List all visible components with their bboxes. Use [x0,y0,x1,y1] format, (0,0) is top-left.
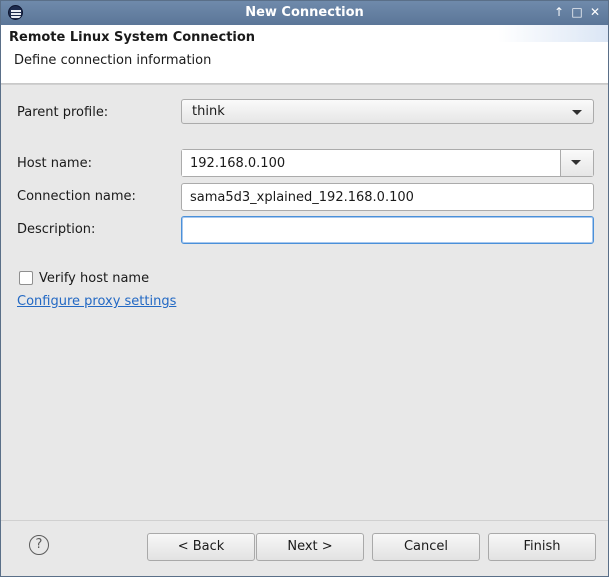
chevron-down-icon [572,110,582,115]
header-gradient [498,25,608,42]
host-name-dropdown-button[interactable] [561,150,593,176]
window-title: New Connection [245,5,364,20]
header-divider [1,84,608,85]
help-icon[interactable]: ? [29,535,49,555]
new-connection-dialog: New Connection ↑ □ ✕ Remote Linux System… [0,0,609,577]
host-name-input[interactable] [182,150,561,176]
description-label: Description: [17,222,96,237]
chevron-down-icon [571,160,581,165]
close-icon[interactable]: ✕ [587,4,603,21]
host-name-combo [181,149,594,177]
cancel-button[interactable]: Cancel [372,533,480,561]
connection-name-label: Connection name: [17,189,136,204]
footer-divider [1,520,608,521]
wizard-description: Define connection information [14,53,212,68]
configure-proxy-link[interactable]: Configure proxy settings [17,294,176,309]
next-button[interactable]: Next > [256,533,364,561]
wizard-header: Remote Linux System Connection Define co… [1,25,608,84]
pin-icon[interactable]: ↑ [551,4,567,21]
parent-profile-label: Parent profile: [17,105,109,120]
maximize-icon[interactable]: □ [569,4,585,21]
wizard-title: Remote Linux System Connection [9,30,256,45]
title-bar[interactable]: New Connection ↑ □ ✕ [1,1,608,25]
parent-profile-value: think [192,104,225,119]
connection-name-input[interactable] [181,183,594,211]
verify-host-checkbox[interactable] [19,271,33,285]
back-button[interactable]: < Back [147,533,255,561]
verify-host-label[interactable]: Verify host name [39,271,149,286]
finish-button[interactable]: Finish [488,533,596,561]
description-input[interactable] [181,216,594,244]
host-name-label: Host name: [17,156,92,171]
parent-profile-select[interactable]: think [181,99,594,124]
